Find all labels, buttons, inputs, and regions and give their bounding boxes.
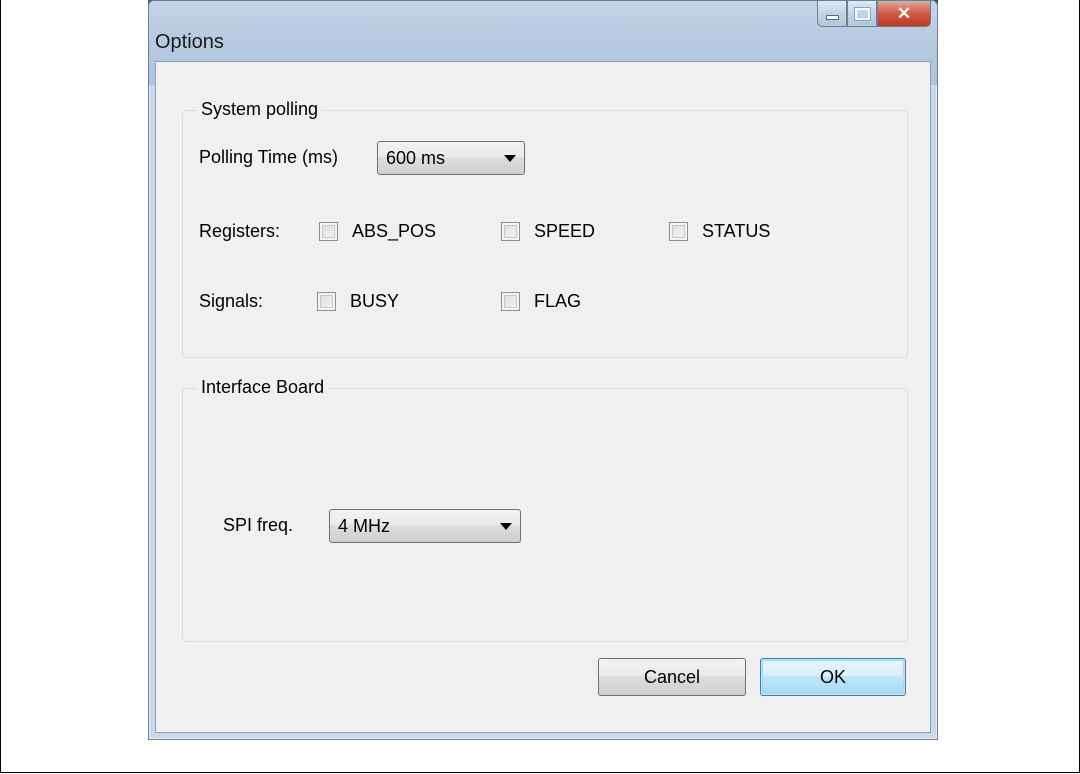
ok-button[interactable]: OK xyxy=(760,658,906,696)
maximize-icon xyxy=(853,6,871,21)
close-button[interactable]: ✕ xyxy=(877,1,931,27)
checkbox-label: SPEED xyxy=(534,221,596,241)
checkbox-box[interactable] xyxy=(319,222,338,241)
interface-board-title: Interface Board xyxy=(197,377,329,398)
chevron-down-icon xyxy=(500,523,512,530)
checkbox-label: STATUS xyxy=(702,221,771,241)
checkbox-busy[interactable]: BUSY xyxy=(317,291,399,312)
spi-freq-select[interactable]: 4 MHz xyxy=(329,509,521,543)
spi-freq-value: 4 MHz xyxy=(338,516,391,536)
checkbox-speed[interactable]: SPEED xyxy=(501,221,595,242)
polling-time-select[interactable]: 600 ms xyxy=(377,141,525,175)
system-polling-group: System polling Polling Time (ms) 600 ms … xyxy=(182,99,908,358)
close-icon: ✕ xyxy=(896,3,912,23)
signals-label: Signals: xyxy=(199,291,264,311)
checkbox-label: BUSY xyxy=(350,291,400,311)
minimize-button[interactable] xyxy=(817,1,847,27)
checkbox-abs-pos[interactable]: ABS_POS xyxy=(319,221,436,242)
checkbox-flag[interactable]: FLAG xyxy=(501,291,581,312)
polling-time-label: Polling Time (ms) xyxy=(199,147,339,167)
dialog-client-area: System polling Polling Time (ms) 600 ms … xyxy=(155,61,931,733)
checkbox-box[interactable] xyxy=(669,222,688,241)
checkbox-status[interactable]: STATUS xyxy=(669,221,770,242)
minimize-icon xyxy=(825,15,839,20)
options-dialog: Options ✕ System polling Polling Time (m… xyxy=(148,0,938,740)
interface-board-group: Interface Board SPI freq. 4 MHz xyxy=(182,377,908,642)
checkbox-label: FLAG xyxy=(534,291,582,311)
caption-buttons: ✕ xyxy=(817,1,931,27)
checkbox-box[interactable] xyxy=(501,292,520,311)
spi-freq-label: SPI freq. xyxy=(223,515,294,535)
maximize-button[interactable] xyxy=(847,1,877,27)
checkbox-box[interactable] xyxy=(501,222,520,241)
registers-label: Registers: xyxy=(199,221,281,241)
checkbox-label: ABS_POS xyxy=(352,221,437,241)
checkbox-box[interactable] xyxy=(317,292,336,311)
chevron-down-icon xyxy=(504,155,516,162)
polling-time-value: 600 ms xyxy=(386,148,446,168)
cancel-button[interactable]: Cancel xyxy=(598,658,746,696)
system-polling-title: System polling xyxy=(197,99,323,120)
window-title: Options xyxy=(155,31,224,53)
